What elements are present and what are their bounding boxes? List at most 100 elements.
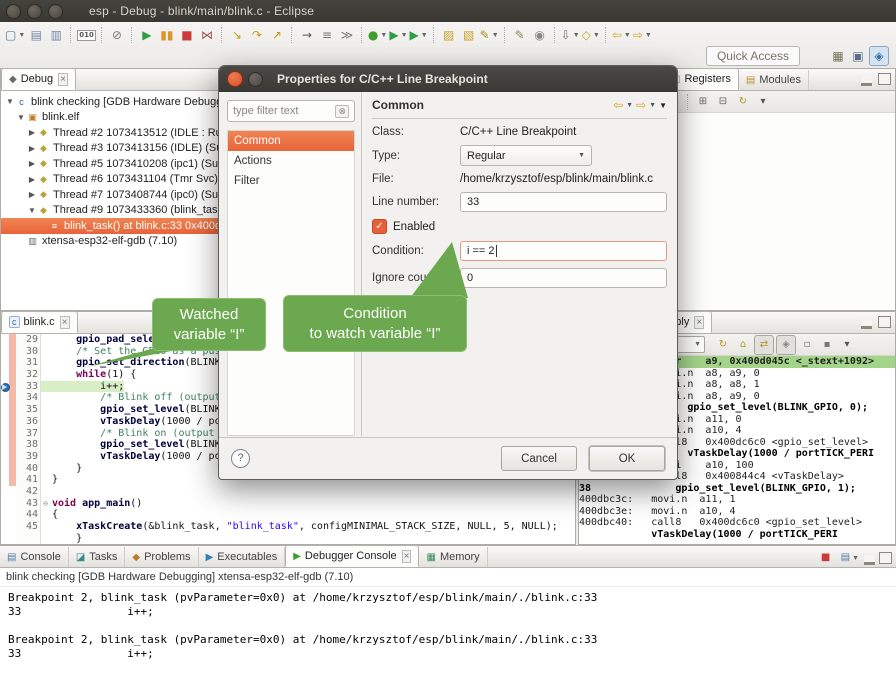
cancel-button[interactable]: Cancel <box>501 446 577 471</box>
close-icon[interactable]: × <box>58 73 68 86</box>
tab-modules[interactable]: ▤Modules <box>739 70 809 90</box>
view-menu-icon[interactable]: ▾ <box>754 93 772 111</box>
code-line[interactable]: } <box>1 533 575 544</box>
condition-input[interactable]: i == 2 <box>460 241 667 261</box>
tree-expander-icon[interactable]: ▶ <box>27 128 37 137</box>
disconnect-icon[interactable]: ⋈ <box>198 26 216 44</box>
open-perspective-icon[interactable]: ▦ <box>829 47 847 65</box>
refresh-icon[interactable]: ↻ <box>714 336 732 354</box>
clear-filter-icon[interactable]: ⊗ <box>335 105 349 118</box>
back-icon[interactable]: ⇦ <box>613 98 623 112</box>
step-return-icon[interactable]: ↗ <box>268 26 286 44</box>
highlight-icon[interactable]: ✎ <box>511 26 529 44</box>
console-output[interactable]: Breakpoint 2, blink_task (pvParameter=0x… <box>0 587 896 665</box>
forward-icon[interactable]: ⇨ <box>636 98 646 112</box>
disassembly-line[interactable]: 400dbc3c: movi.n a11, 1 <box>579 494 895 506</box>
tree-expander-icon[interactable]: ▶ <box>27 175 37 184</box>
view-menu-icon[interactable]: ▾ <box>838 336 856 354</box>
tab-executables[interactable]: ▶Executables <box>199 547 286 567</box>
maximize-icon[interactable] <box>878 316 891 328</box>
code-line[interactable]: 45 xTaskCreate(&blink_task, "blink_task"… <box>1 521 575 533</box>
help-button[interactable]: ? <box>231 449 250 468</box>
back-icon[interactable]: ⇦▼ <box>612 26 631 44</box>
dialog-category-filter[interactable]: Filter <box>228 171 354 191</box>
maximize-icon[interactable] <box>878 73 891 85</box>
forward-icon[interactable]: ⇨▼ <box>633 26 652 44</box>
import-folder-icon[interactable]: ▧ <box>460 26 478 44</box>
save-icon[interactable]: ▤ <box>27 26 45 44</box>
quick-access-button[interactable]: Quick Access <box>706 46 800 66</box>
dialog-category-common[interactable]: Common <box>228 131 354 151</box>
minimize-icon[interactable] <box>864 555 875 565</box>
binary-counter-icon[interactable]: 010 <box>77 26 96 44</box>
fold-icon[interactable]: ⊖ <box>41 498 50 510</box>
run-icon[interactable]: ▶▼ <box>389 26 407 44</box>
show-source-icon[interactable]: ◈ <box>776 335 796 355</box>
save-all-icon[interactable]: ▥ <box>47 26 65 44</box>
pin-icon[interactable]: ◉ <box>531 26 549 44</box>
pin-view-icon[interactable]: ▪ <box>818 336 836 354</box>
terminate-icon[interactable]: ■ <box>178 26 196 44</box>
disassembly-line[interactable]: 400dbc40: call8 0x400dc6c0 <gpio_set_lev… <box>579 517 895 529</box>
resume-icon[interactable]: ▶ <box>138 26 156 44</box>
tree-expander-icon[interactable]: ▼ <box>27 206 37 215</box>
window-minimize-icon[interactable] <box>27 4 42 19</box>
view-menu-icon[interactable]: ▼ <box>659 101 667 110</box>
instruction-stepping-icon[interactable]: → <box>298 26 316 44</box>
line-number-input[interactable]: 33 <box>460 192 667 212</box>
marker-pencil-icon[interactable]: ✎▼ <box>480 26 499 44</box>
display-console-icon[interactable]: ▤▼ <box>841 549 859 567</box>
tab-problems[interactable]: ◆Problems <box>125 547 198 567</box>
close-icon[interactable]: × <box>694 316 704 329</box>
tab-debugger-console[interactable]: ▶Debugger Console× <box>285 545 419 567</box>
dialog-close-icon[interactable] <box>227 71 243 87</box>
disassembly-line[interactable]: 38 gpio_set_level(BLINK_GPIO, 1); <box>579 483 895 495</box>
close-icon[interactable]: × <box>60 316 70 329</box>
step-into-icon[interactable]: ↘ <box>228 26 246 44</box>
tree-expander-icon[interactable]: ▼ <box>5 97 15 106</box>
tab-console[interactable]: ▤Console <box>0 547 69 567</box>
tab-blink-c[interactable]: c blink.c × <box>1 311 78 333</box>
expand-icon[interactable]: ⊞ <box>694 93 712 111</box>
collapse-icon[interactable]: ⊟ <box>714 93 732 111</box>
use-step-filters-icon[interactable]: ≫ <box>338 26 356 44</box>
refresh-icon[interactable]: ↻ <box>734 93 752 111</box>
debug-icon[interactable]: ●▼ <box>368 26 387 44</box>
new-wizard-icon[interactable]: ▢▼ <box>5 26 25 44</box>
window-maximize-icon[interactable] <box>48 4 63 19</box>
tree-expander-icon[interactable]: ▶ <box>27 159 37 168</box>
tab-debug[interactable]: ◆ Debug × <box>1 68 76 90</box>
disassembly-line[interactable]: vTaskDelay(1000 / portTICK_PERI <box>579 529 895 541</box>
external-tools-icon[interactable]: ▶▼ <box>410 26 428 44</box>
suspend-icon[interactable]: ▮▮ <box>158 26 176 44</box>
code-line[interactable]: 43⊖void app_main() <box>1 498 575 510</box>
maximize-icon[interactable] <box>879 552 892 564</box>
next-annotation-icon[interactable]: ◇▼ <box>582 26 600 44</box>
tab-tasks[interactable]: ◪Tasks <box>69 547 126 567</box>
stop-icon[interactable]: ■ <box>817 549 835 567</box>
dialog-minimize-icon[interactable] <box>248 72 263 87</box>
filter-input[interactable]: type filter text ⊗ <box>227 100 355 122</box>
tree-expander-icon[interactable]: ▼ <box>16 113 26 122</box>
home-icon[interactable]: ⌂ <box>734 336 752 354</box>
enabled-checkbox[interactable]: ✓ <box>372 219 387 234</box>
code-line[interactable]: 42 <box>1 486 575 498</box>
ignore-count-input[interactable]: 0 <box>460 268 667 288</box>
ok-button[interactable]: OK <box>589 446 665 471</box>
tree-expander-icon[interactable]: ▶ <box>27 144 37 153</box>
type-dropdown[interactable]: Regular ▼ <box>460 145 592 166</box>
minimize-icon[interactable] <box>861 76 872 86</box>
skip-breakpoints-icon[interactable]: ⊘ <box>108 26 126 44</box>
open-new-view-icon[interactable]: ▫ <box>798 336 816 354</box>
dialog-category-actions[interactable]: Actions <box>228 151 354 171</box>
step-over-icon[interactable]: ↷ <box>248 26 266 44</box>
sync-selection-icon[interactable]: ⇄ <box>754 335 774 355</box>
move-to-line-icon[interactable]: ≡ <box>318 26 336 44</box>
open-folder-icon[interactable]: ▨ <box>440 26 458 44</box>
close-icon[interactable]: × <box>402 550 412 563</box>
window-close-icon[interactable] <box>6 4 21 19</box>
tree-expander-icon[interactable]: ▶ <box>27 190 37 199</box>
breakpoint-marker[interactable] <box>1 381 9 393</box>
debug-perspective-icon[interactable]: ◈ <box>869 46 889 66</box>
code-line[interactable]: 44{ <box>1 509 575 521</box>
